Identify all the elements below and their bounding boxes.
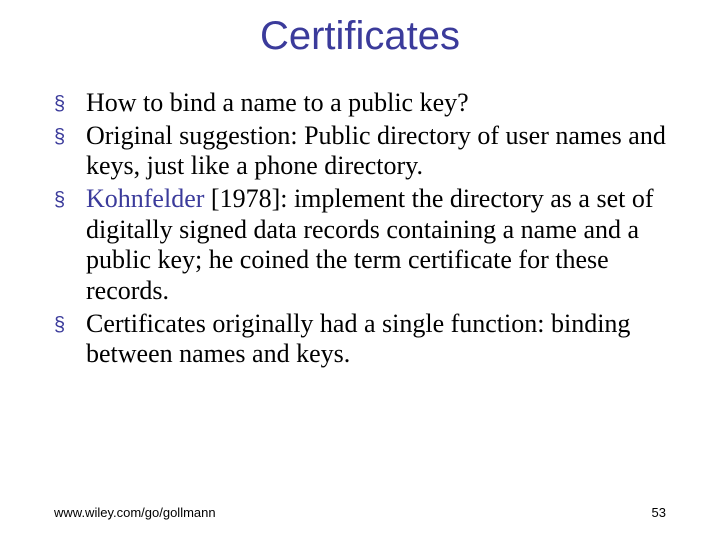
bullet-icon: § [54,88,86,117]
highlight-name: Kohnfelder [86,184,204,213]
list-item: § Certificates originally had a single f… [54,309,666,370]
list-item: § Kohnfelder [1978]: implement the direc… [54,184,666,307]
slide: Certificates § How to bind a name to a p… [0,0,720,540]
bullet-icon: § [54,121,86,150]
bullet-text: Original suggestion: Public directory of… [86,121,666,182]
bullet-icon: § [54,184,86,213]
bullet-text: How to bind a name to a public key? [86,88,666,119]
list-item: § Original suggestion: Public directory … [54,121,666,182]
list-item: § How to bind a name to a public key? [54,88,666,119]
bullet-text: Kohnfelder [1978]: implement the directo… [86,184,666,307]
footer-page-number: 53 [652,505,666,520]
slide-body: § How to bind a name to a public key? § … [54,88,666,372]
bullet-text: Certificates originally had a single fun… [86,309,666,370]
slide-title: Certificates [0,14,720,59]
footer-url: www.wiley.com/go/gollmann [54,505,216,520]
bullet-icon: § [54,309,86,338]
